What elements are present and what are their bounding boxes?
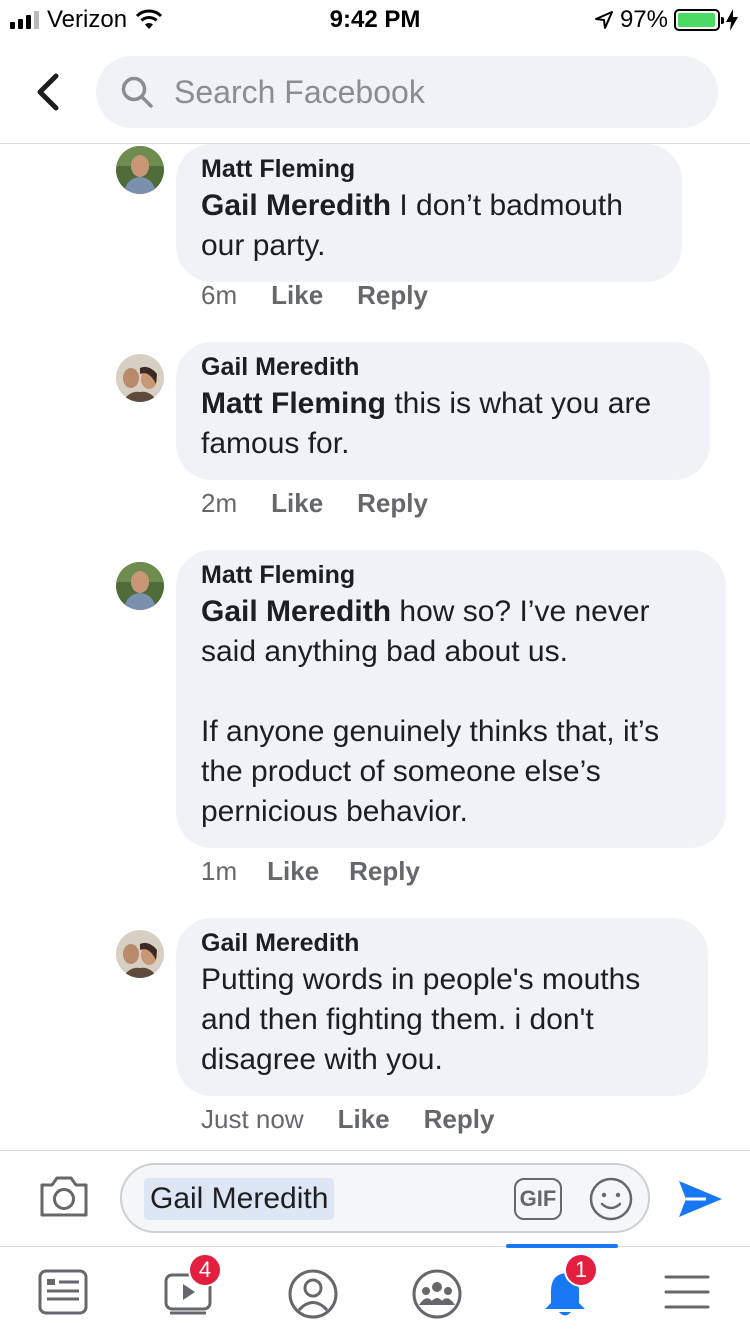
notifications-badge: 1 [564, 1253, 598, 1287]
comment-bubble[interactable]: Matt Fleming Gail Meredith I don’t badmo… [176, 144, 682, 282]
comment-actions: 1m Like Reply [201, 856, 420, 887]
camera-icon[interactable] [38, 1173, 90, 1219]
comment-actions: 2m Like Reply [201, 488, 428, 519]
profile-icon [288, 1269, 338, 1319]
back-chevron-icon[interactable] [30, 70, 64, 114]
tab-profile[interactable] [286, 1267, 342, 1323]
reply-button[interactable]: Reply [357, 488, 428, 519]
comment-composer: Gail Meredith GIF [0, 1150, 750, 1246]
comment-thread: Matt Fleming Gail Meredith I don’t badmo… [0, 144, 750, 1150]
comment-actions: 6m Like Reply [201, 280, 428, 311]
send-icon[interactable] [676, 1175, 724, 1223]
comment-author[interactable]: Matt Fleming [201, 152, 658, 186]
comment-text: Gail Meredith how so? I’ve never said an… [201, 595, 660, 828]
search-icon [121, 76, 153, 108]
comment-author[interactable]: Gail Meredith [201, 926, 684, 960]
smiley-icon[interactable] [588, 1176, 634, 1222]
comment-mention[interactable]: Matt Fleming [201, 387, 386, 420]
avatar-matt-fleming[interactable] [116, 146, 164, 194]
reply-button[interactable]: Reply [357, 280, 428, 311]
reply-button[interactable]: Reply [349, 856, 420, 887]
menu-icon [664, 1275, 710, 1309]
location-arrow-icon [594, 11, 613, 29]
avatar-gail-meredith[interactable] [116, 354, 164, 402]
comment-text: Gail Meredith I don’t badmouth our party… [201, 189, 623, 262]
comment-author[interactable]: Gail Meredith [201, 350, 686, 384]
comment-text: Matt Fleming this is what you are famous… [201, 387, 652, 460]
like-button[interactable]: Like [338, 1104, 390, 1135]
tab-notifications[interactable]: 1 [538, 1253, 598, 1323]
tab-news-feed[interactable] [36, 1267, 92, 1323]
charging-bolt-icon [726, 9, 738, 31]
status-bar: Verizon 9:42 PM 97% [0, 0, 750, 40]
comment-author[interactable]: Matt Fleming [201, 558, 702, 592]
tab-menu[interactable] [662, 1267, 718, 1323]
comment-bubble[interactable]: Gail Meredith Putting words in people's … [176, 918, 708, 1096]
comment-bubble[interactable]: Gail Meredith Matt Fleming this is what … [176, 342, 710, 480]
comment-time: 6m [201, 280, 238, 310]
tab-groups[interactable] [410, 1267, 466, 1323]
gif-button[interactable]: GIF [514, 1178, 562, 1220]
comment-time: 2m [201, 488, 238, 518]
comment-input[interactable]: Gail Meredith GIF [120, 1163, 650, 1233]
status-right: 97% [594, 6, 738, 34]
groups-icon [412, 1269, 462, 1319]
comment-bubble[interactable]: Matt Fleming Gail Meredith how so? I’ve … [176, 550, 726, 848]
mention-tag[interactable]: Gail Meredith [144, 1178, 335, 1220]
comment-text: Putting words in people's mouths and the… [201, 963, 641, 1076]
comment-mention[interactable]: Gail Meredith [201, 595, 391, 628]
like-button[interactable]: Like [267, 856, 319, 887]
like-button[interactable]: Like [271, 280, 323, 311]
like-button[interactable]: Like [271, 488, 323, 519]
avatar-gail-meredith[interactable] [116, 930, 164, 978]
comment-time: 1m [201, 856, 238, 886]
comment-time: Just now [201, 1104, 304, 1134]
battery-icon [674, 9, 724, 31]
active-tab-indicator [506, 1244, 618, 1248]
top-header [0, 40, 750, 144]
comment-actions: Just now Like Reply [201, 1104, 494, 1135]
reply-button[interactable]: Reply [424, 1104, 495, 1135]
battery-percent: 97% [619, 6, 668, 33]
bottom-tab-bar: 4 1 [0, 1244, 750, 1334]
comment-mention[interactable]: Gail Meredith [201, 189, 391, 222]
avatar-matt-fleming[interactable] [116, 562, 164, 610]
news-feed-icon [38, 1269, 88, 1315]
watch-badge: 4 [188, 1253, 222, 1287]
search-input[interactable] [174, 73, 674, 111]
search-bar[interactable] [96, 56, 718, 128]
tab-watch[interactable]: 4 [162, 1253, 222, 1323]
